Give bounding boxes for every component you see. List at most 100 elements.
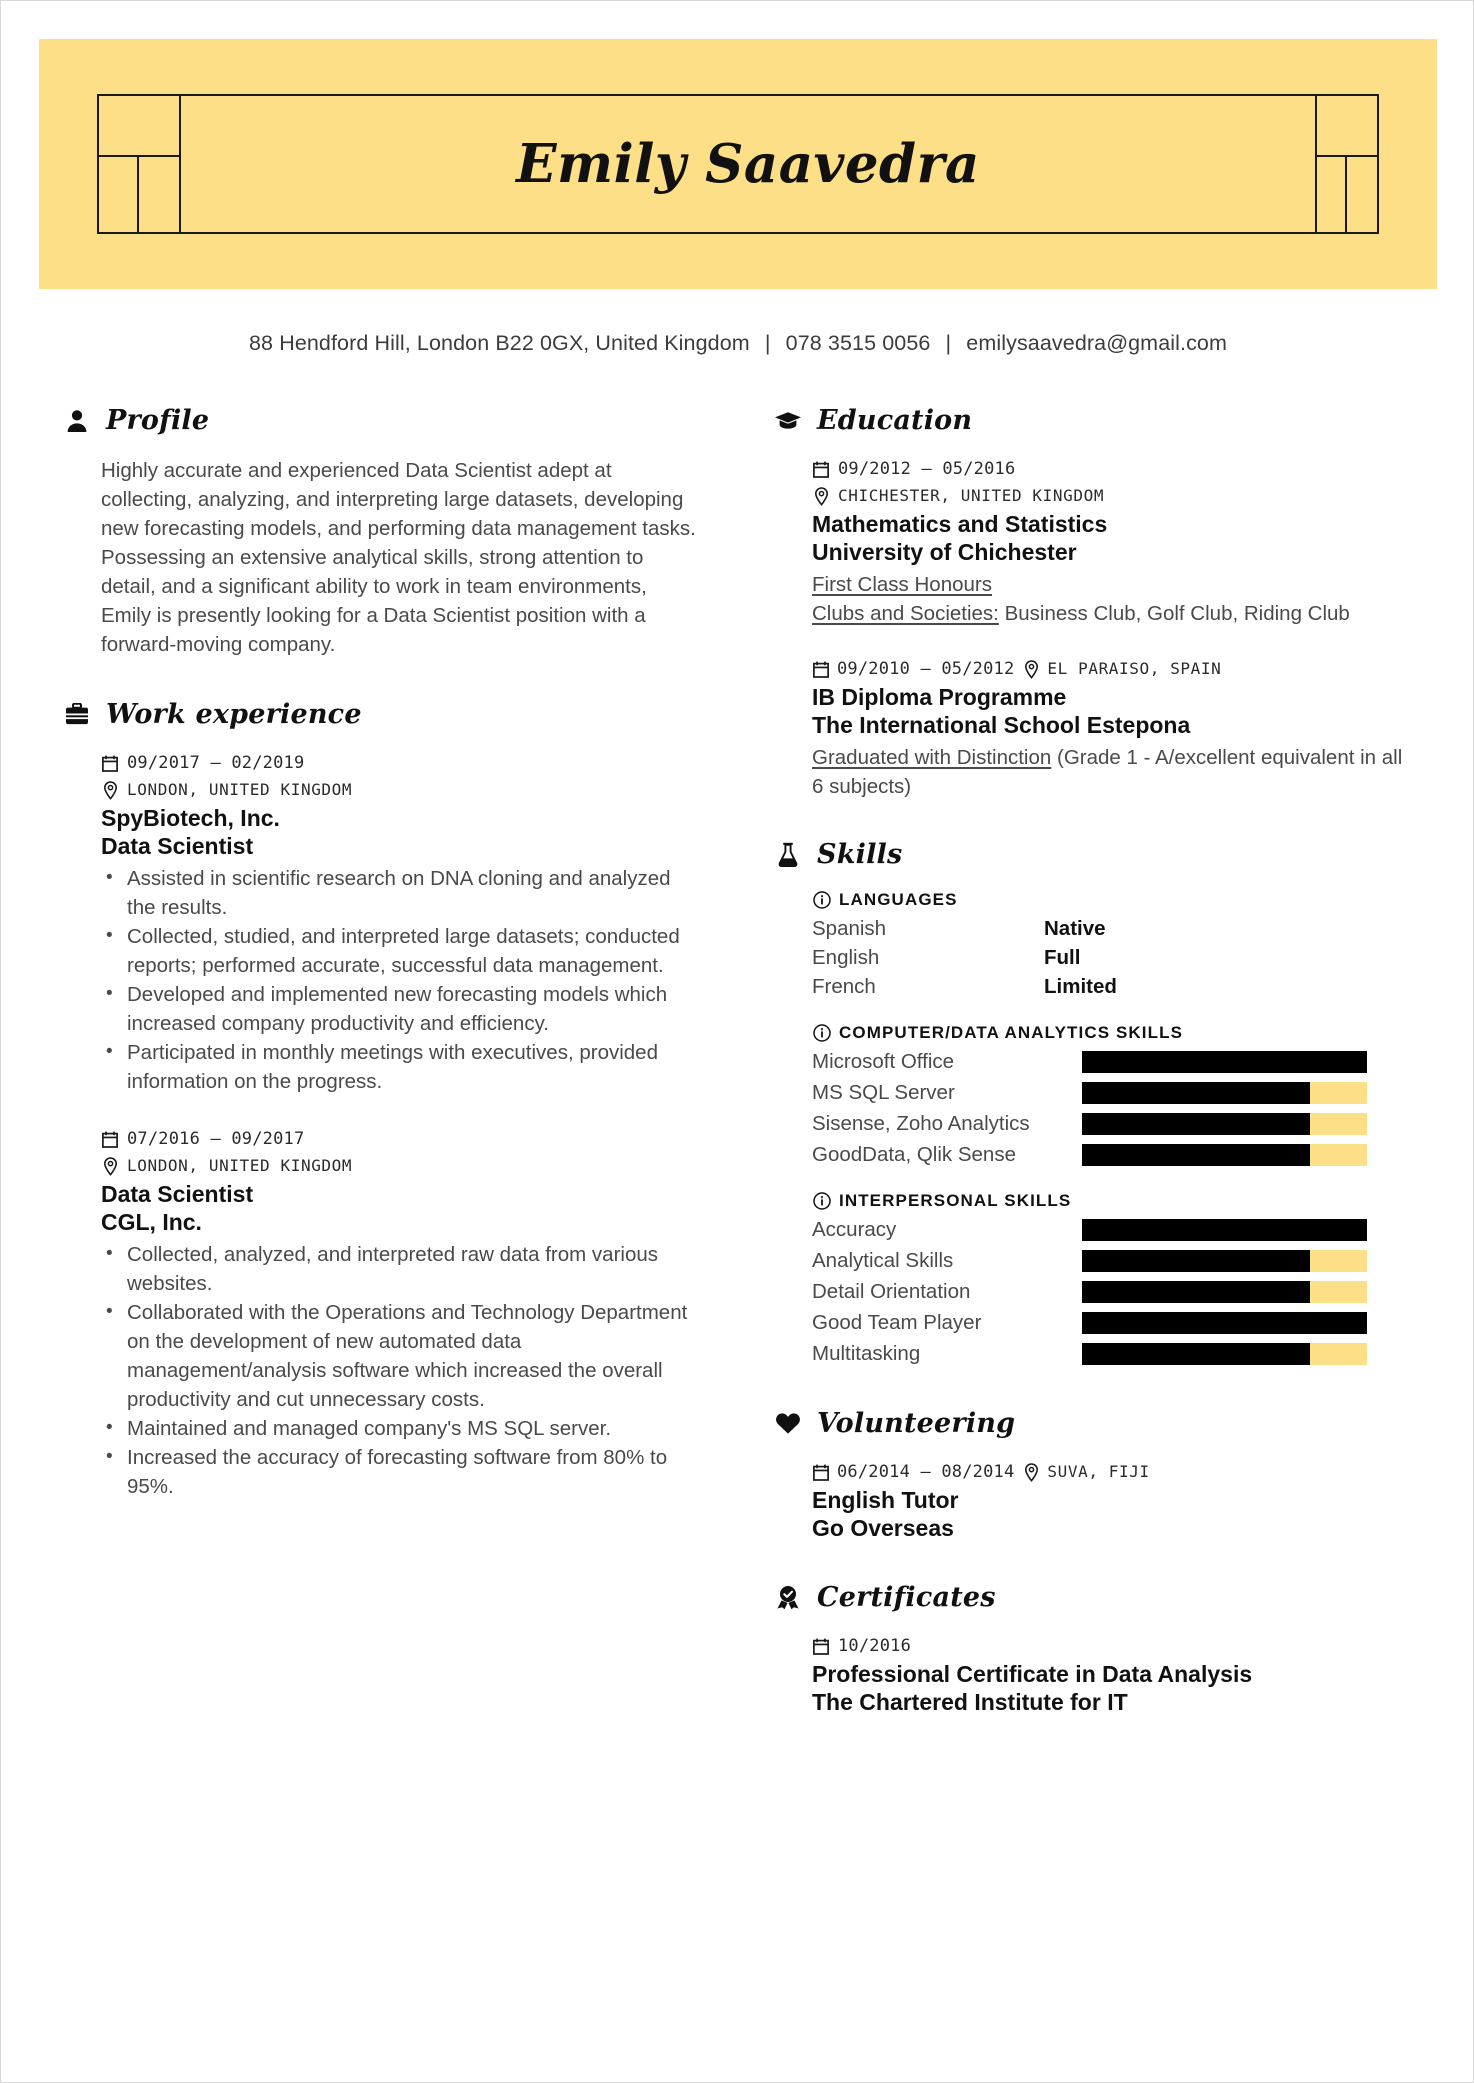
contact-separator-1: |	[764, 331, 771, 355]
volunteering-entry: 06/2014 – 08/2014 SUVA, FIJI English Tut…	[812, 1459, 1413, 1542]
location-pin-icon	[1022, 1462, 1040, 1482]
edu-entry-2-dates: 09/2010 – 05/2012	[837, 659, 1015, 679]
education-entry: 09/2010 – 05/2012 EL PARAISO, SPAIN IB D…	[812, 656, 1413, 801]
contact-email[interactable]: emilysaavedra@gmail.com	[966, 331, 1227, 355]
language-row: French Limited	[812, 972, 1413, 1001]
skill-bar-fill	[1082, 1311, 1367, 1334]
frame-right-cell-a	[1317, 157, 1347, 232]
edu-entry-2-date-group: 09/2010 – 05/2012	[812, 656, 1014, 682]
cert-entry-issuer: The Chartered Institute for IT	[812, 1689, 1128, 1715]
work-entry-1-location-row: LONDON, UNITED KINGDOM	[101, 777, 696, 803]
skill-label: Good Team Player	[812, 1311, 982, 1334]
profile-body: Highly accurate and experienced Data Sci…	[63, 456, 696, 659]
vol-entry-location: SUVA, FIJI	[1047, 1462, 1150, 1481]
skill-bar-fill	[1082, 1342, 1310, 1365]
edu-entry-1-school: University of Chichester	[812, 539, 1077, 565]
edu-entry-2-location: EL PARAISO, SPAIN	[1047, 659, 1222, 678]
vol-date-group: 06/2014 – 08/2014	[812, 1459, 1014, 1485]
contact-separator-2: |	[945, 331, 952, 355]
skill-bar-fill	[1082, 1143, 1310, 1166]
work-heading-row: Work experience	[63, 699, 696, 730]
education-entry: 09/2012 – 05/2016 CHICHESTER, UNITED KIN…	[812, 456, 1413, 628]
work-entry-2-dates-row: 07/2016 – 09/2017	[101, 1126, 696, 1152]
frame-left-cell-b	[139, 157, 179, 232]
education-heading-row: Education	[774, 405, 1413, 436]
interpersonal-skills-group-title: INTERPERSONAL SKILLS	[839, 1191, 1072, 1210]
person-icon	[63, 406, 91, 436]
skill-label: Accuracy	[812, 1218, 897, 1241]
section-education: Education 09/2012 – 05/2016 CHICHESTER, …	[774, 405, 1413, 801]
edu-entry-1-dates-row: 09/2012 – 05/2016	[812, 456, 1413, 482]
calendar-icon	[812, 459, 830, 479]
section-profile: Profile Highly accurate and experienced …	[63, 405, 696, 659]
vol-entry-dates: 06/2014 – 08/2014	[837, 1462, 1015, 1482]
work-entry-2-bullets: Collected, analyzed, and interpreted raw…	[101, 1239, 696, 1501]
work-entry-1-dates-row: 09/2017 – 02/2019	[101, 750, 696, 776]
skill-bar-track	[1082, 1050, 1367, 1073]
skill-row: MS SQL Server	[812, 1078, 1413, 1107]
skill-bar-track	[1082, 1249, 1367, 1272]
section-certificates: Certificates 10/2016 Professional Certif…	[774, 1582, 1413, 1716]
edu-entry-1-honour-row: First Class Honours	[812, 570, 1413, 599]
profile-heading-row: Profile	[63, 405, 696, 436]
section-volunteering: Volunteering 06/2014 – 08/2014 SUVA, FIJ…	[774, 1408, 1413, 1542]
left-column: Profile Highly accurate and experienced …	[1, 405, 738, 1748]
cert-entry-date: 10/2016	[838, 1636, 912, 1656]
skill-label: Multitasking	[812, 1342, 921, 1365]
language-level: Native	[1044, 917, 1106, 940]
skill-bar-fill	[1082, 1050, 1367, 1073]
graduation-cap-icon	[774, 406, 802, 436]
edu-entry-2-honour: Graduated with Distinction	[812, 746, 1052, 769]
volunteering-entries: 06/2014 – 08/2014 SUVA, FIJI English Tut…	[774, 1459, 1413, 1542]
right-column: Education 09/2012 – 05/2016 CHICHESTER, …	[738, 405, 1473, 1748]
work-entry: 09/2017 – 02/2019 LONDON, UNITED KINGDOM…	[101, 750, 696, 1096]
section-work-experience: Work experience 09/2017 – 02/2019 LONDON…	[63, 699, 696, 1501]
skill-label: MS SQL Server	[812, 1081, 955, 1104]
location-pin-icon	[101, 780, 119, 800]
skill-group-interpersonal: INTERPERSONAL SKILLS Accuracy Analytical…	[812, 1191, 1413, 1368]
work-entry-1-company: SpyBiotech, Inc.	[101, 805, 280, 831]
skill-row: Accuracy	[812, 1215, 1413, 1244]
edu-entry-1-location: CHICHESTER, UNITED KINGDOM	[838, 486, 1105, 505]
work-entry-2-role: Data Scientist	[101, 1181, 254, 1207]
work-entry-2-company: CGL, Inc.	[101, 1209, 202, 1235]
frame-right-top-cell	[1317, 96, 1377, 158]
frame-left-top-cell	[99, 96, 179, 158]
edu-entry-1-honour: First Class Honours	[812, 573, 992, 596]
education-heading: Education	[817, 405, 973, 436]
work-entry-1-location: LONDON, UNITED KINGDOM	[127, 780, 353, 799]
calendar-icon	[101, 753, 119, 773]
list-item: Collected, studied, and interpreted larg…	[101, 921, 696, 980]
list-item: Assisted in scientific research on DNA c…	[101, 863, 696, 922]
frame-left-cell-a	[99, 157, 139, 232]
edu-entry-2-location-group: EL PARAISO, SPAIN	[1022, 656, 1221, 682]
calendar-icon	[812, 1636, 830, 1656]
cert-entry-title: Professional Certificate in Data Analysi…	[812, 1661, 1253, 1687]
work-entry-1-dates: 09/2017 – 02/2019	[127, 753, 305, 773]
calendar-icon	[812, 1462, 830, 1482]
edu-entry-2-degree: IB Diploma Programme	[812, 684, 1067, 710]
skill-bar-track	[1082, 1311, 1367, 1334]
flask-icon	[774, 840, 802, 870]
briefcase-icon	[63, 700, 91, 730]
language-level: Limited	[1044, 975, 1117, 998]
header-decorative-frame: Emily Saavedra	[97, 94, 1379, 234]
contact-line: 88 Hendford Hill, London B22 0GX, United…	[1, 331, 1473, 356]
content-columns: Profile Highly accurate and experienced …	[1, 405, 1473, 1748]
info-circle-icon	[812, 1024, 831, 1043]
frame-right-bottom-cells	[1317, 157, 1377, 232]
edu-entry-2-honour-row: Graduated with Distinction (Grade 1 - A/…	[812, 743, 1413, 801]
list-item: Increased the accuracy of forecasting so…	[101, 1442, 696, 1501]
contact-phone[interactable]: 078 3515 0056	[786, 331, 931, 355]
skill-label: Sisense, Zoho Analytics	[812, 1112, 1030, 1135]
skill-bar-fill	[1082, 1218, 1367, 1241]
list-item: Participated in monthly meetings with ex…	[101, 1037, 696, 1096]
work-entry-1-bullets: Assisted in scientific research on DNA c…	[101, 863, 696, 1096]
page-title: Emily Saavedra	[516, 133, 980, 195]
work-entry-2-location: LONDON, UNITED KINGDOM	[127, 1156, 353, 1175]
skill-row: GoodData, Qlik Sense	[812, 1140, 1413, 1169]
profile-heading: Profile	[106, 405, 210, 436]
skill-bar-track	[1082, 1218, 1367, 1241]
frame-right-ornament	[1315, 96, 1377, 232]
location-pin-icon	[812, 486, 830, 506]
